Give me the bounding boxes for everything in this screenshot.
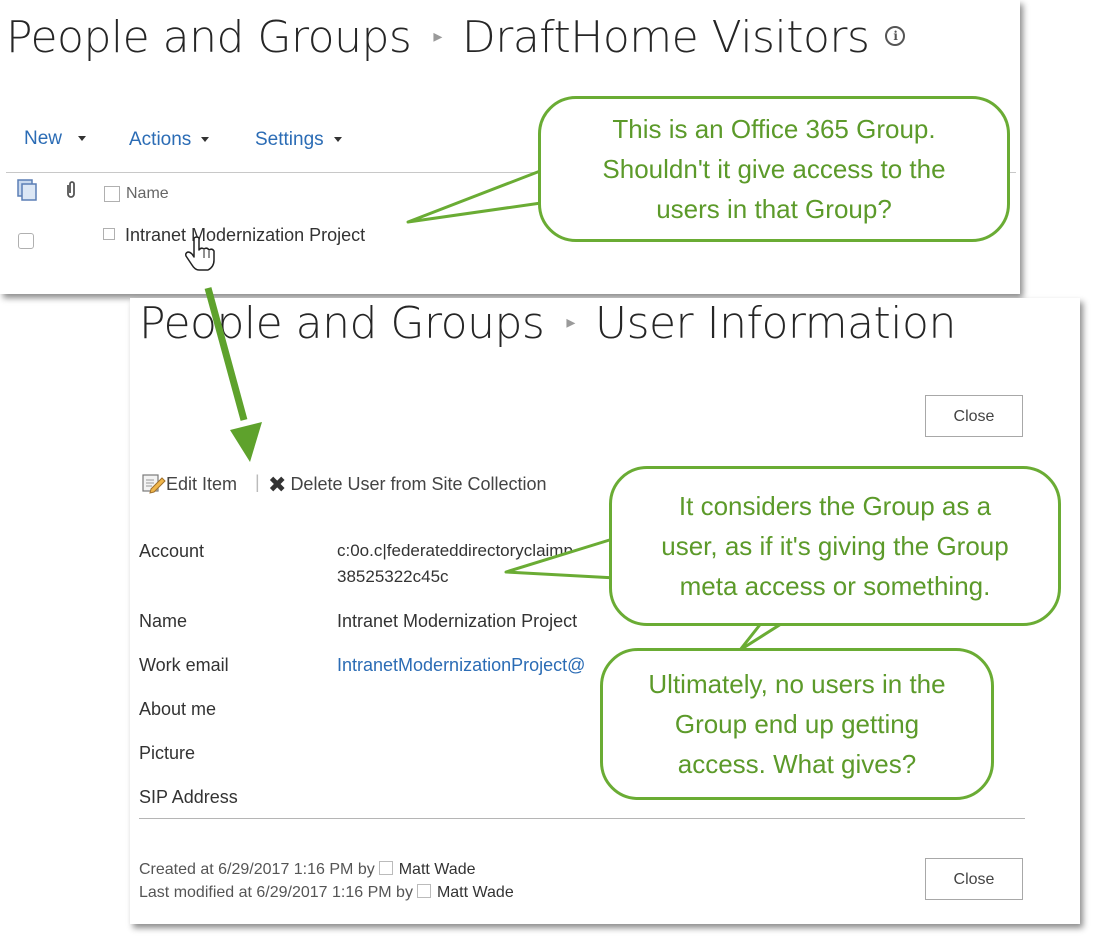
callout-3-line1: Ultimately, no users in the (648, 669, 946, 699)
callout-3-line3: access. What gives? (677, 749, 917, 779)
callout-2-line3: meta access or something. (679, 571, 991, 601)
callout-2-tail (504, 536, 618, 580)
callout-1-tail (406, 166, 550, 224)
hand-cursor-icon (185, 236, 215, 271)
callout-1-line3: users in that Group? (656, 194, 892, 224)
callout-office365-group: This is an Office 365 Group. Shouldn't i… (538, 96, 1010, 242)
callout-1-line1: This is an Office 365 Group. (612, 114, 936, 144)
callout-3-line2: Group end up getting (674, 709, 920, 739)
green-arrow-shaft (204, 287, 248, 421)
callout-1-line2: Shouldn't it give access to the (602, 154, 946, 184)
callout-2-line2: user, as if it's giving the Group (661, 531, 1009, 561)
callout-no-access: Ultimately, no users in the Group end up… (600, 648, 994, 800)
callout-group-as-user: It considers the Group as a user, as if … (609, 466, 1061, 626)
callout-2-line1: It considers the Group as a (678, 491, 992, 521)
green-arrow-head (230, 422, 262, 462)
